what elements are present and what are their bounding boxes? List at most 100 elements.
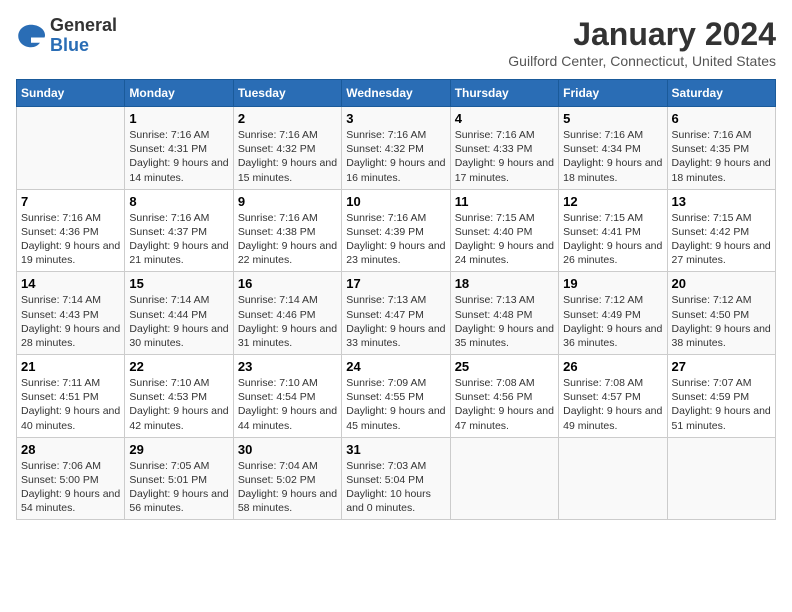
weekday-header-row: SundayMondayTuesdayWednesdayThursdayFrid…	[17, 80, 776, 107]
calendar-cell: 7 Sunrise: 7:16 AM Sunset: 4:36 PM Daylig…	[17, 189, 125, 272]
day-info: Sunrise: 7:05 AM Sunset: 5:01 PM Dayligh…	[129, 459, 228, 516]
calendar-cell: 20 Sunrise: 7:12 AM Sunset: 4:50 PM Dayli…	[667, 272, 775, 355]
day-info: Sunrise: 7:16 AM Sunset: 4:39 PM Dayligh…	[346, 211, 445, 268]
day-info: Sunrise: 7:16 AM Sunset: 4:32 PM Dayligh…	[346, 128, 445, 185]
calendar-cell: 6 Sunrise: 7:16 AM Sunset: 4:35 PM Daylig…	[667, 107, 775, 190]
day-number: 30	[238, 442, 337, 457]
day-info: Sunrise: 7:03 AM Sunset: 5:04 PM Dayligh…	[346, 459, 445, 516]
calendar-cell: 23Sunrise: 7:10 AM Sunset: 4:54 PM Dayli…	[233, 355, 341, 438]
calendar-cell: 29 Sunrise: 7:05 AM Sunset: 5:01 PM Dayli…	[125, 437, 233, 520]
day-info: Sunrise: 7:15 AM Sunset: 4:40 PM Dayligh…	[455, 211, 554, 268]
calendar-cell: 22 Sunrise: 7:10 AM Sunset: 4:53 PM Dayli…	[125, 355, 233, 438]
day-info: Sunrise: 7:14 AM Sunset: 4:44 PM Dayligh…	[129, 293, 228, 350]
calendar-cell	[17, 107, 125, 190]
day-number: 12	[563, 194, 662, 209]
day-number: 3	[346, 111, 445, 126]
day-number: 15	[129, 276, 228, 291]
calendar-week-row: 28 Sunrise: 7:06 AM Sunset: 5:00 PM Dayli…	[17, 437, 776, 520]
calendar-cell: 16Sunrise: 7:14 AM Sunset: 4:46 PM Dayli…	[233, 272, 341, 355]
title-block: January 2024 Guilford Center, Connecticu…	[508, 16, 776, 69]
day-number: 22	[129, 359, 228, 374]
day-info: Sunrise: 7:16 AM Sunset: 4:37 PM Dayligh…	[129, 211, 228, 268]
day-number: 11	[455, 194, 554, 209]
calendar-cell: 18Sunrise: 7:13 AM Sunset: 4:48 PM Dayli…	[450, 272, 558, 355]
day-number: 8	[129, 194, 228, 209]
day-info: Sunrise: 7:12 AM Sunset: 4:50 PM Dayligh…	[672, 293, 771, 350]
day-info: Sunrise: 7:13 AM Sunset: 4:48 PM Dayligh…	[455, 293, 554, 350]
calendar-cell: 25 Sunrise: 7:08 AM Sunset: 4:56 PM Dayli…	[450, 355, 558, 438]
day-info: Sunrise: 7:16 AM Sunset: 4:31 PM Dayligh…	[129, 128, 228, 185]
calendar-cell: 17 Sunrise: 7:13 AM Sunset: 4:47 PM Dayli…	[342, 272, 450, 355]
weekday-header: Saturday	[667, 80, 775, 107]
day-info: Sunrise: 7:11 AM Sunset: 4:51 PM Dayligh…	[21, 376, 120, 433]
calendar-week-row: 14Sunrise: 7:14 AM Sunset: 4:43 PM Dayli…	[17, 272, 776, 355]
calendar-cell: 14Sunrise: 7:14 AM Sunset: 4:43 PM Dayli…	[17, 272, 125, 355]
calendar-cell: 24Sunrise: 7:09 AM Sunset: 4:55 PM Dayli…	[342, 355, 450, 438]
day-number: 7	[21, 194, 120, 209]
day-info: Sunrise: 7:16 AM Sunset: 4:35 PM Dayligh…	[672, 128, 771, 185]
day-info: Sunrise: 7:16 AM Sunset: 4:34 PM Dayligh…	[563, 128, 662, 185]
calendar-cell: 1 Sunrise: 7:16 AM Sunset: 4:31 PM Daylig…	[125, 107, 233, 190]
calendar-cell: 26Sunrise: 7:08 AM Sunset: 4:57 PM Dayli…	[559, 355, 667, 438]
day-info: Sunrise: 7:12 AM Sunset: 4:49 PM Dayligh…	[563, 293, 662, 350]
calendar-cell: 2Sunrise: 7:16 AM Sunset: 4:32 PM Daylig…	[233, 107, 341, 190]
page-header: General Blue January 2024 Guilford Cente…	[16, 16, 776, 69]
day-info: Sunrise: 7:14 AM Sunset: 4:43 PM Dayligh…	[21, 293, 120, 350]
day-info: Sunrise: 7:15 AM Sunset: 4:41 PM Dayligh…	[563, 211, 662, 268]
calendar-week-row: 7 Sunrise: 7:16 AM Sunset: 4:36 PM Daylig…	[17, 189, 776, 272]
day-info: Sunrise: 7:06 AM Sunset: 5:00 PM Dayligh…	[21, 459, 120, 516]
weekday-header: Sunday	[17, 80, 125, 107]
calendar-cell: 5 Sunrise: 7:16 AM Sunset: 4:34 PM Daylig…	[559, 107, 667, 190]
calendar-cell: 10 Sunrise: 7:16 AM Sunset: 4:39 PM Dayli…	[342, 189, 450, 272]
weekday-header: Friday	[559, 80, 667, 107]
day-info: Sunrise: 7:09 AM Sunset: 4:55 PM Dayligh…	[346, 376, 445, 433]
calendar-cell: 4 Sunrise: 7:16 AM Sunset: 4:33 PM Daylig…	[450, 107, 558, 190]
weekday-header: Wednesday	[342, 80, 450, 107]
day-number: 28	[21, 442, 120, 457]
calendar-week-row: 21 Sunrise: 7:11 AM Sunset: 4:51 PM Dayli…	[17, 355, 776, 438]
day-info: Sunrise: 7:07 AM Sunset: 4:59 PM Dayligh…	[672, 376, 771, 433]
day-number: 10	[346, 194, 445, 209]
day-number: 25	[455, 359, 554, 374]
day-info: Sunrise: 7:16 AM Sunset: 4:38 PM Dayligh…	[238, 211, 337, 268]
calendar-table: SundayMondayTuesdayWednesdayThursdayFrid…	[16, 79, 776, 520]
calendar-cell: 8 Sunrise: 7:16 AM Sunset: 4:37 PM Daylig…	[125, 189, 233, 272]
logo-text: General Blue	[50, 16, 117, 56]
day-info: Sunrise: 7:16 AM Sunset: 4:33 PM Dayligh…	[455, 128, 554, 185]
day-number: 4	[455, 111, 554, 126]
calendar-cell: 9Sunrise: 7:16 AM Sunset: 4:38 PM Daylig…	[233, 189, 341, 272]
calendar-week-row: 1 Sunrise: 7:16 AM Sunset: 4:31 PM Daylig…	[17, 107, 776, 190]
day-number: 13	[672, 194, 771, 209]
day-number: 29	[129, 442, 228, 457]
calendar-cell: 19 Sunrise: 7:12 AM Sunset: 4:49 PM Dayli…	[559, 272, 667, 355]
calendar-cell	[450, 437, 558, 520]
day-info: Sunrise: 7:14 AM Sunset: 4:46 PM Dayligh…	[238, 293, 337, 350]
day-number: 1	[129, 111, 228, 126]
day-info: Sunrise: 7:16 AM Sunset: 4:36 PM Dayligh…	[21, 211, 120, 268]
calendar-subtitle: Guilford Center, Connecticut, United Sta…	[508, 53, 776, 69]
day-info: Sunrise: 7:15 AM Sunset: 4:42 PM Dayligh…	[672, 211, 771, 268]
day-number: 21	[21, 359, 120, 374]
calendar-cell: 28 Sunrise: 7:06 AM Sunset: 5:00 PM Dayli…	[17, 437, 125, 520]
calendar-cell: 31Sunrise: 7:03 AM Sunset: 5:04 PM Dayli…	[342, 437, 450, 520]
calendar-cell: 30Sunrise: 7:04 AM Sunset: 5:02 PM Dayli…	[233, 437, 341, 520]
logo-general: General	[50, 16, 117, 36]
day-number: 5	[563, 111, 662, 126]
calendar-title: January 2024	[508, 16, 776, 53]
day-number: 6	[672, 111, 771, 126]
calendar-cell: 27Sunrise: 7:07 AM Sunset: 4:59 PM Dayli…	[667, 355, 775, 438]
day-info: Sunrise: 7:08 AM Sunset: 4:56 PM Dayligh…	[455, 376, 554, 433]
calendar-cell: 3 Sunrise: 7:16 AM Sunset: 4:32 PM Daylig…	[342, 107, 450, 190]
calendar-cell: 15 Sunrise: 7:14 AM Sunset: 4:44 PM Dayli…	[125, 272, 233, 355]
logo-blue: Blue	[50, 36, 117, 56]
calendar-cell: 21 Sunrise: 7:11 AM Sunset: 4:51 PM Dayli…	[17, 355, 125, 438]
day-info: Sunrise: 7:13 AM Sunset: 4:47 PM Dayligh…	[346, 293, 445, 350]
day-info: Sunrise: 7:10 AM Sunset: 4:53 PM Dayligh…	[129, 376, 228, 433]
day-number: 20	[672, 276, 771, 291]
weekday-header: Tuesday	[233, 80, 341, 107]
day-number: 23	[238, 359, 337, 374]
day-number: 17	[346, 276, 445, 291]
day-number: 2	[238, 111, 337, 126]
day-number: 19	[563, 276, 662, 291]
calendar-cell	[667, 437, 775, 520]
